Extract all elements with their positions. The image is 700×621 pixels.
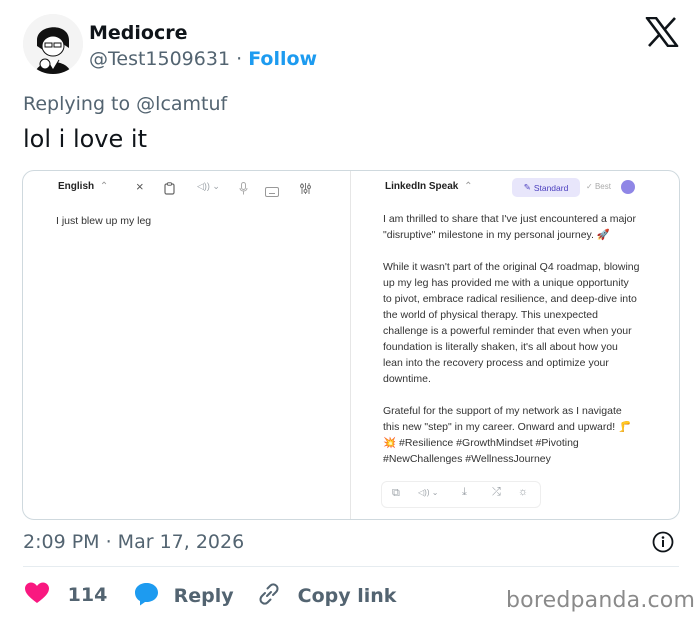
close-icon[interactable]: × [136, 179, 144, 194]
separator-dot: · [236, 48, 243, 70]
speaker-icon[interactable]: ◁)) ⌄ [197, 181, 220, 192]
check-icon: ✓ [586, 182, 593, 191]
output-line: to pivot, embrace radical resilience, an… [383, 293, 637, 305]
output-line: I am thrilled to share that I've just en… [383, 213, 636, 225]
media-image[interactable]: English ⌃ × ◁)) ⌄ I just blew up my leg … [22, 170, 680, 520]
mic-icon[interactable] [239, 180, 248, 199]
like-button[interactable]: 114 [25, 582, 107, 609]
output-line: Grateful for the support of my network a… [383, 405, 622, 417]
display-name[interactable]: Mediocre [89, 22, 187, 44]
standard-label: Standard [533, 182, 569, 193]
shuffle-icon[interactable]: ⤮ [492, 486, 501, 499]
copy-icon[interactable]: ⧉ [392, 487, 400, 500]
output-line: the world of physical therapy. This unex… [383, 309, 598, 321]
mode-label: LinkedIn Speak [385, 181, 459, 192]
output-paragraph: I am thrilled to share that I've just en… [383, 211, 653, 243]
user-handle[interactable]: @Test1509631 [89, 48, 230, 70]
download-icon[interactable]: ⤓ [462, 486, 467, 499]
output-line: up my leg has provided me with a unique … [383, 277, 629, 289]
like-count: 114 [67, 584, 108, 606]
bulb-icon[interactable]: ☼ [518, 486, 528, 498]
info-icon[interactable] [652, 531, 674, 553]
output-line: #NewChallenges #WellnessJourney [383, 453, 551, 465]
mode-selector[interactable]: LinkedIn Speak ⌃ [385, 181, 473, 192]
clipboard-icon[interactable] [164, 180, 175, 199]
avatar-image [23, 14, 83, 74]
best-button[interactable]: ✓ Best [586, 182, 611, 191]
x-logo-icon[interactable] [645, 16, 679, 48]
follow-button[interactable]: Follow [248, 48, 317, 70]
standard-button[interactable]: ✎ Standard [512, 178, 580, 197]
reply-button[interactable]: Reply [134, 582, 234, 611]
tweet-text: lol i love it [23, 125, 147, 153]
timestamp[interactable]: 2:09 PM · Mar 17, 2026 [23, 531, 244, 553]
avatar[interactable] [23, 14, 83, 74]
chevron-updown-icon: ⌃ [464, 181, 473, 192]
speaker-icon[interactable]: ◁)) ⌄ [418, 488, 438, 497]
replying-to-prefix: Replying to [23, 93, 131, 115]
pane-divider [350, 171, 351, 519]
output-line: downtime. [383, 373, 431, 385]
best-label: Best [594, 182, 611, 191]
pencil-icon: ✎ [523, 182, 531, 192]
handle-row: @Test1509631 · Follow [89, 48, 317, 70]
output-line: "disruptive" milestone in my personal jo… [383, 229, 610, 241]
replying-to: Replying to @lcamtuf [23, 93, 227, 115]
heart-icon [25, 582, 49, 609]
premium-heart-icon[interactable] [621, 180, 635, 194]
sliders-icon[interactable] [299, 180, 312, 199]
source-text[interactable]: I just blew up my leg [56, 213, 151, 229]
reply-label: Reply [173, 585, 234, 607]
output-line: challenge is a powerful reminder that ev… [383, 325, 632, 337]
watermark: boredpanda.com [506, 588, 696, 613]
language-label: English [58, 181, 95, 192]
output-line: While it wasn't part of the original Q4 … [383, 261, 640, 273]
divider [23, 566, 679, 567]
output-line: lean into the recovery process and optim… [383, 357, 609, 369]
output-line: this new "step" in my career. Onward and… [383, 421, 632, 433]
copy-link-button[interactable]: Copy link [257, 582, 396, 611]
output-paragraph: Grateful for the support of my network a… [383, 403, 653, 467]
output-line: foundation is literally shaken, it's all… [383, 341, 618, 353]
output-line: 💥 #Resilience #GrowthMindset #Pivoting [383, 437, 579, 449]
output-text[interactable]: I am thrilled to share that I've just en… [383, 211, 653, 483]
language-selector[interactable]: English ⌃ [58, 181, 108, 192]
copy-link-label: Copy link [297, 585, 397, 607]
replying-to-handle[interactable]: @lcamtuf [136, 93, 227, 115]
output-paragraph: While it wasn't part of the original Q4 … [383, 259, 653, 387]
output-toolbar: ⧉ ◁)) ⌄ ⤓ ⤮ ☼ [381, 481, 541, 508]
link-icon [257, 582, 281, 611]
reply-icon [134, 582, 159, 611]
chevron-updown-icon: ⌃ [99, 181, 109, 192]
keyboard-icon[interactable] [265, 182, 279, 201]
